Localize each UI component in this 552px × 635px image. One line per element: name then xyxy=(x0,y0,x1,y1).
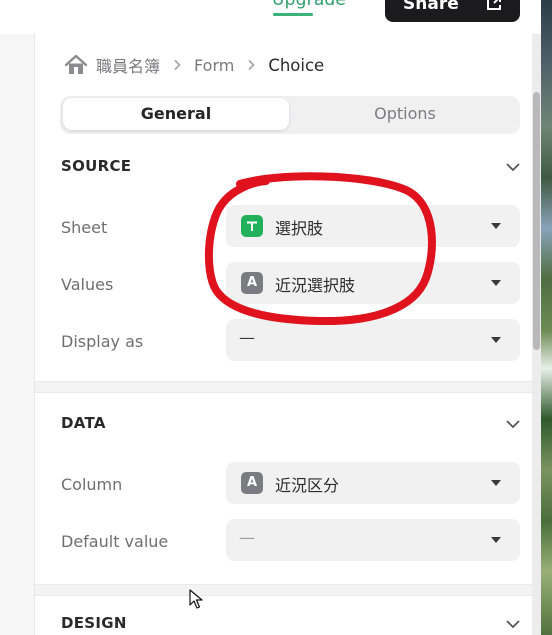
caret-down-icon xyxy=(491,280,501,286)
app-window: Upgrade Share 職員名簿 Form Choice General O… xyxy=(0,0,552,635)
top-bar: Upgrade Share xyxy=(0,0,552,34)
section-divider xyxy=(35,584,532,596)
column-label: Column xyxy=(61,475,123,494)
caret-down-icon xyxy=(491,223,501,229)
share-button[interactable]: Share xyxy=(385,0,520,22)
section-divider xyxy=(35,381,532,393)
upgrade-link[interactable]: Upgrade xyxy=(272,0,346,10)
text-column-icon: A xyxy=(241,472,263,494)
scrollbar-thumb[interactable] xyxy=(533,92,540,350)
breadcrumb-current: Choice xyxy=(268,55,325,75)
display-as-label: Display as xyxy=(61,332,144,351)
breadcrumb: 職員名簿 Form Choice xyxy=(64,52,324,78)
chevron-down-icon[interactable] xyxy=(505,619,521,629)
section-title-design[interactable]: DESIGN xyxy=(61,614,127,632)
default-value-select[interactable]: — xyxy=(226,519,520,561)
column-value: 近況区分 xyxy=(275,476,340,495)
default-value-label: Default value xyxy=(61,532,169,551)
caret-down-icon xyxy=(491,337,501,343)
mouse-pointer-icon xyxy=(189,589,203,609)
background-photo xyxy=(541,0,552,635)
values-label: Values xyxy=(61,275,114,294)
home-icon[interactable] xyxy=(64,54,88,76)
chevron-right-icon xyxy=(174,59,181,71)
display-as-value: — xyxy=(239,328,255,347)
breadcrumb-app[interactable]: 職員名簿 xyxy=(96,53,160,77)
share-icon xyxy=(487,0,501,10)
caret-down-icon xyxy=(491,537,501,543)
breadcrumb-section[interactable]: Form xyxy=(194,56,234,75)
default-value-value: — xyxy=(239,528,255,547)
column-select[interactable]: A 近況区分 xyxy=(226,462,520,504)
upgrade-underline xyxy=(273,13,313,16)
caret-down-icon xyxy=(491,480,501,486)
section-title-data[interactable]: DATA xyxy=(61,414,106,432)
left-margin xyxy=(0,34,34,635)
section-title-source[interactable]: SOURCE xyxy=(61,157,131,175)
red-circle-annotation xyxy=(204,172,436,326)
chevron-down-icon[interactable] xyxy=(505,162,521,172)
text-column-glyph: A xyxy=(246,475,258,490)
tab-general[interactable]: General xyxy=(63,98,289,130)
share-button-label: Share xyxy=(403,0,459,14)
tab-options[interactable]: Options xyxy=(292,98,518,130)
chevron-right-icon xyxy=(248,59,255,71)
sheet-label: Sheet xyxy=(61,218,108,237)
chevron-down-icon[interactable] xyxy=(505,419,521,429)
tab-bar: General Options xyxy=(60,96,520,134)
